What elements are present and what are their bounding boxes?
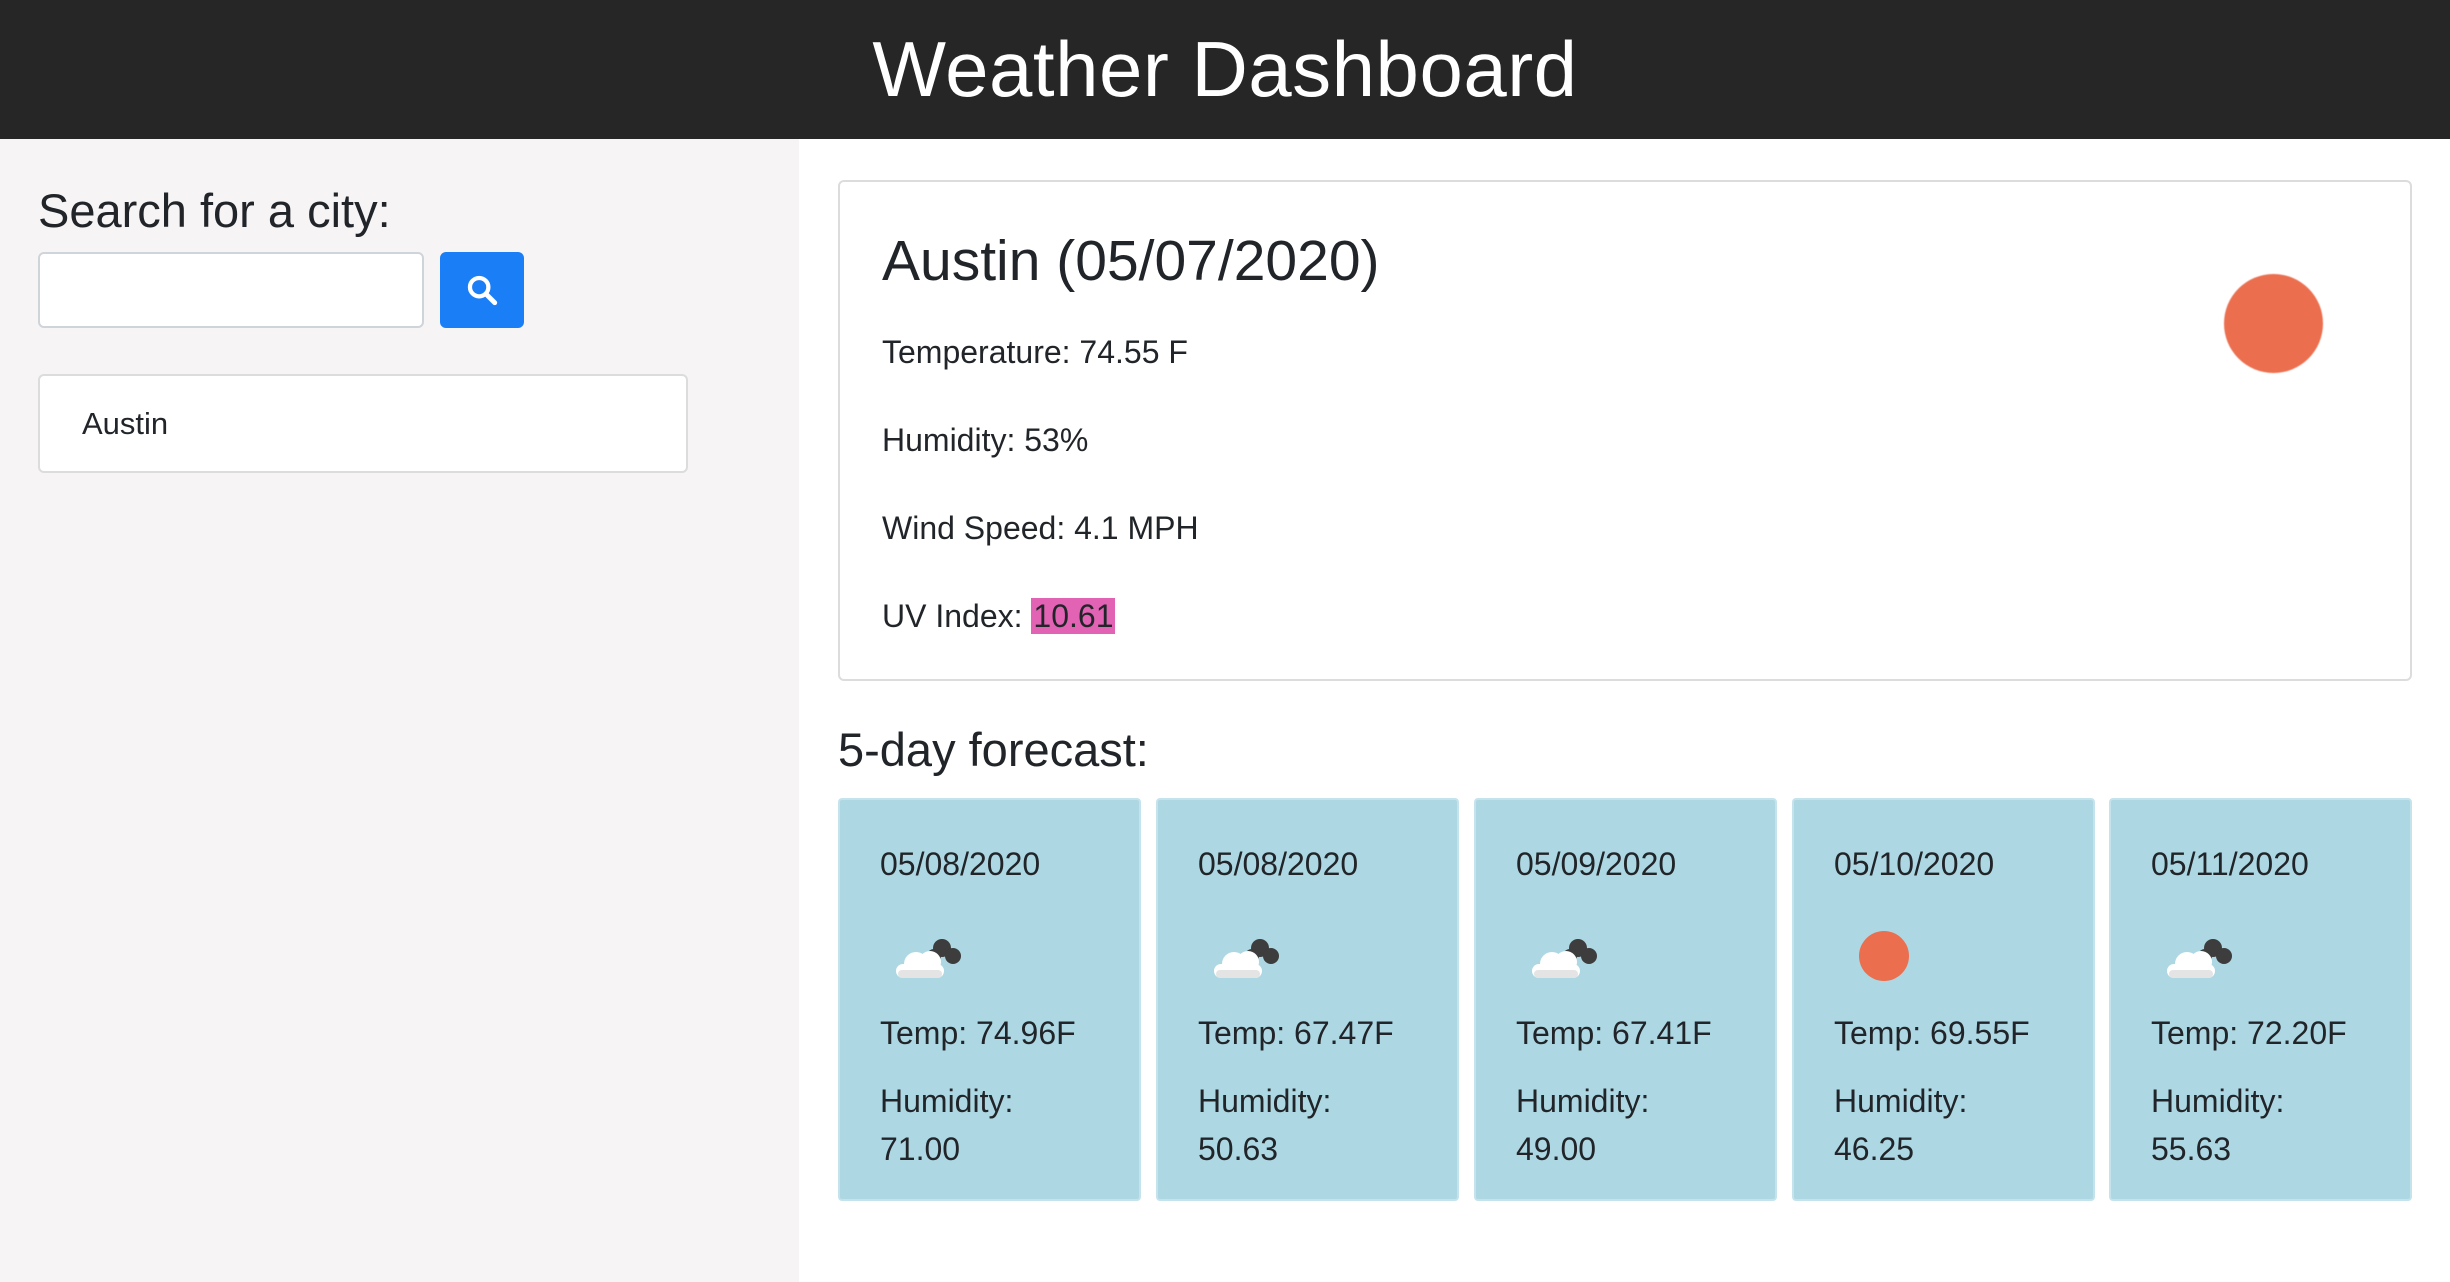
current-humidity: Humidity: 53%: [882, 422, 1089, 458]
forecast-humidity-value: 55.63: [2151, 1131, 2232, 1167]
sun-icon: [1859, 931, 1909, 981]
search-button[interactable]: [440, 252, 524, 328]
history-item-label: Austin: [82, 405, 169, 441]
forecast-heading: 5-day forecast:: [838, 723, 1149, 776]
sidebar: Search for a city: Austin: [0, 139, 799, 1282]
current-wind-speed: Wind Speed: 4.1 MPH: [882, 510, 1199, 546]
page-title: Weather Dashboard: [872, 25, 1578, 113]
forecast-date: 05/11/2020: [2151, 846, 2309, 882]
forecast-card: 05/09/2020 Temp: 67.41F Humidity: 49.00: [1474, 798, 1777, 1201]
forecast-humidity-label: Humidity:: [1834, 1083, 1968, 1119]
forecast-humidity-value: 46.25: [1834, 1131, 1915, 1167]
forecast-card: 05/10/2020 Temp: 69.55F Humidity: 46.25: [1792, 798, 2095, 1201]
forecast-temp: Temp: 67.41F: [1516, 1015, 1712, 1051]
forecast-card: 05/08/2020 Temp: 74.96F Humidity: 71.00: [838, 798, 1141, 1201]
cloud-icon: [896, 939, 961, 978]
cloud-icon: [2167, 939, 2232, 978]
forecast-humidity-label: Humidity:: [1516, 1083, 1650, 1119]
search-icon: [467, 275, 498, 306]
forecast-humidity-label: Humidity:: [1198, 1083, 1332, 1119]
forecast-humidity-label: Humidity:: [2151, 1083, 2285, 1119]
forecast-humidity-value: 71.00: [880, 1131, 961, 1167]
forecast-row: 05/08/2020 Temp: 74.96F Humidity: 71.00 …: [838, 798, 2412, 1201]
uv-index-label: UV Index:: [882, 598, 1032, 634]
app-header: Weather Dashboard: [0, 0, 2450, 139]
forecast-temp: Temp: 72.20F: [2151, 1015, 2347, 1051]
forecast-humidity-label: Humidity:: [880, 1083, 1014, 1119]
current-weather-card: Austin (05/07/2020) Temperature: 74.55 F…: [838, 180, 2412, 681]
uv-index-badge: 10.61: [1031, 598, 1116, 634]
forecast-card: 05/08/2020 Temp: 67.47F Humidity: 50.63: [1156, 798, 1459, 1201]
current-temperature: Temperature: 74.55 F: [882, 334, 1188, 370]
search-label: Search for a city:: [38, 184, 391, 237]
forecast-humidity-value: 49.00: [1516, 1131, 1597, 1167]
current-uv-index: UV Index: 10.61: [882, 598, 1116, 635]
city-search-input[interactable]: [38, 252, 424, 328]
cloud-icon: [1214, 939, 1279, 978]
forecast-temp: Temp: 67.47F: [1198, 1015, 1394, 1051]
forecast-card: 05/11/2020 Temp: 72.20F Humidity: 55.63: [2109, 798, 2412, 1201]
forecast-temp: Temp: 74.96F: [880, 1015, 1076, 1051]
current-city-title: Austin (05/07/2020): [882, 229, 1380, 293]
forecast-temp: Temp: 69.55F: [1834, 1015, 2030, 1051]
forecast-date: 05/08/2020: [880, 846, 1041, 882]
forecast-humidity-value: 50.63: [1198, 1131, 1279, 1167]
forecast-date: 05/08/2020: [1198, 846, 1359, 882]
sun-icon: [2224, 274, 2323, 373]
forecast-date: 05/09/2020: [1516, 846, 1677, 882]
forecast-date: 05/10/2020: [1834, 846, 1995, 882]
history-item-austin[interactable]: Austin: [38, 374, 688, 473]
cloud-icon: [1532, 939, 1597, 978]
